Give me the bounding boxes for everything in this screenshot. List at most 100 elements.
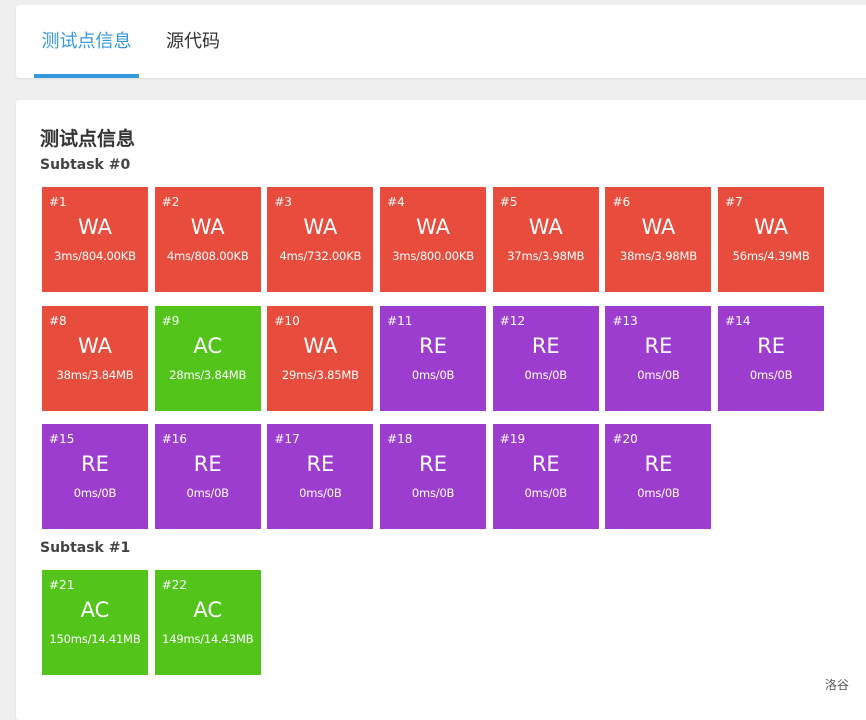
subtask-title-0: Subtask #0 [40, 157, 131, 173]
test-case-id: #14 [725, 313, 751, 328]
test-case-tile[interactable]: #21 AC 150ms/14.41MB [42, 570, 148, 675]
test-case-id: #3 [274, 195, 293, 209]
test-case-time-memory: 0ms/0B [749, 367, 793, 382]
test-case-tile[interactable]: #9 AC 28ms/3.84MB [154, 305, 261, 411]
test-case-id: #16 [161, 432, 188, 446]
test-case-id: #22 [161, 578, 188, 592]
test-case-time-memory: 38ms/3.98MB [619, 249, 697, 263]
test-case-id: #8 [49, 313, 67, 328]
test-case-tile[interactable]: #7 WA 56ms/4.39MB [718, 187, 825, 292]
test-case-tile[interactable]: #18 RE 0ms/0B [380, 424, 487, 529]
test-case-status: AC [80, 598, 110, 622]
brand-watermark: 洛谷 [825, 678, 850, 692]
test-case-time-memory: 0ms/0B [186, 486, 229, 500]
test-case-status: RE [306, 452, 335, 476]
test-case-id: #15 [49, 432, 75, 446]
test-case-id: #19 [499, 432, 526, 446]
test-case-id: #21 [49, 578, 75, 592]
test-case-time-memory: 0ms/0B [299, 486, 342, 500]
test-case-status: RE [531, 333, 560, 358]
test-case-status: AC [193, 598, 223, 622]
test-case-status: RE [644, 333, 673, 358]
test-case-id: #11 [387, 313, 413, 328]
test-case-id: #20 [612, 432, 638, 446]
tab-bar: 测试点信息 源代码 [16, 5, 866, 78]
test-case-time-memory: 0ms/0B [524, 486, 568, 500]
test-case-status: RE [757, 333, 786, 358]
test-case-id: #1 [49, 195, 67, 209]
subtask-title-1: Subtask #1 [40, 540, 131, 556]
test-case-tile[interactable]: #3 WA 4ms/732.00KB [267, 187, 374, 292]
test-case-status: WA [416, 215, 451, 239]
subtask-0-grid: #1 WA 3ms/804.00KB #2 WA 4ms/808.00KB #3 WA 4ms/… [42, 187, 825, 529]
test-case-id: #17 [274, 432, 300, 446]
test-case-tile[interactable]: #2 WA 4ms/808.00KB [154, 187, 261, 292]
test-case-status: RE [531, 452, 560, 476]
test-case-time-memory: 0ms/0B [637, 367, 680, 382]
tab-source-code[interactable]: 源代码 [166, 5, 222, 78]
test-case-tile[interactable]: #6 WA 38ms/3.98MB [605, 187, 712, 292]
test-case-tile[interactable]: #12 RE 0ms/0B [492, 305, 599, 411]
test-case-status: RE [419, 452, 447, 476]
tab-source-code-label: 源代码 [166, 31, 220, 52]
test-case-status: WA [190, 215, 225, 239]
test-case-status: RE [193, 452, 222, 476]
test-case-status: WA [641, 215, 676, 239]
tab-test-info-label: 测试点信息 [41, 31, 132, 52]
test-case-status: WA [754, 215, 789, 239]
test-case-tile[interactable]: #20 RE 0ms/0B [605, 424, 712, 529]
test-case-time-memory: 28ms/3.84MB [169, 367, 247, 382]
test-case-tile[interactable]: #16 RE 0ms/0B [154, 424, 261, 529]
test-case-status: RE [81, 452, 109, 476]
test-case-id: #18 [387, 432, 413, 446]
test-case-time-memory: 0ms/0B [524, 367, 568, 382]
test-case-tile[interactable]: #22 AC 149ms/14.43MB [154, 570, 261, 675]
test-case-status: WA [528, 215, 563, 239]
test-case-status: AC [193, 333, 223, 358]
test-case-status: WA [78, 333, 112, 358]
test-case-id: #10 [274, 313, 300, 328]
test-case-time-memory: 0ms/0B [411, 367, 455, 382]
test-case-id: #4 [387, 195, 405, 209]
test-case-id: #6 [612, 195, 631, 209]
test-case-time-memory: 4ms/732.00KB [279, 249, 362, 263]
test-case-tile[interactable]: #11 RE 0ms/0B [380, 305, 487, 411]
test-case-tile[interactable]: #19 RE 0ms/0B [492, 424, 599, 529]
test-case-id: #13 [612, 313, 638, 328]
test-case-time-memory: 3ms/800.00KB [392, 249, 474, 263]
test-case-id: #7 [725, 195, 743, 209]
test-case-tile[interactable]: #4 WA 3ms/800.00KB [380, 187, 487, 292]
test-case-time-memory: 56ms/4.39MB [732, 249, 810, 263]
test-case-status: WA [78, 215, 112, 239]
test-case-id: #5 [499, 195, 518, 209]
test-case-time-memory: 0ms/0B [73, 486, 117, 500]
test-case-tile[interactable]: #5 WA 37ms/3.98MB [492, 187, 599, 292]
test-case-status: RE [419, 333, 447, 358]
active-tab-indicator [34, 74, 139, 78]
section-title: 测试点信息 [40, 128, 136, 150]
test-case-tile[interactable]: #17 RE 0ms/0B [267, 424, 374, 529]
test-case-tile[interactable]: #10 WA 29ms/3.85MB [267, 305, 374, 411]
test-case-tile[interactable]: #13 RE 0ms/0B [605, 305, 712, 411]
test-case-time-memory: 0ms/0B [411, 486, 455, 500]
test-case-time-memory: 3ms/804.00KB [54, 249, 136, 263]
test-case-time-memory: 38ms/3.84MB [56, 367, 134, 382]
test-case-time-memory: 150ms/14.41MB [49, 632, 141, 646]
test-results-panel: 测试点信息 Subtask #0 #1 WA 3ms/804.00KB #2 WA 4ms… [16, 100, 866, 720]
test-case-id: #2 [161, 195, 180, 209]
test-case-status: WA [303, 333, 338, 358]
test-case-time-memory: 4ms/808.00KB [166, 249, 249, 263]
test-case-time-memory: 0ms/0B [637, 486, 680, 500]
tab-test-info[interactable]: 测试点信息 [34, 5, 139, 78]
test-case-id: #12 [499, 313, 526, 328]
subtask-1-grid: #21 AC 150ms/14.41MB #22 AC 149ms/14.43MB [42, 570, 824, 675]
test-case-time-memory: 29ms/3.85MB [281, 367, 359, 382]
test-case-status: RE [644, 452, 673, 476]
test-case-tile[interactable]: #14 RE 0ms/0B [718, 305, 825, 411]
test-case-time-memory: 37ms/3.98MB [507, 249, 585, 263]
test-case-tile[interactable]: #1 WA 3ms/804.00KB [42, 187, 148, 292]
test-case-time-memory: 149ms/14.43MB [162, 632, 254, 646]
test-case-tile[interactable]: #8 WA 38ms/3.84MB [42, 305, 148, 411]
test-case-id: #9 [161, 313, 180, 328]
test-case-tile[interactable]: #15 RE 0ms/0B [42, 424, 148, 529]
